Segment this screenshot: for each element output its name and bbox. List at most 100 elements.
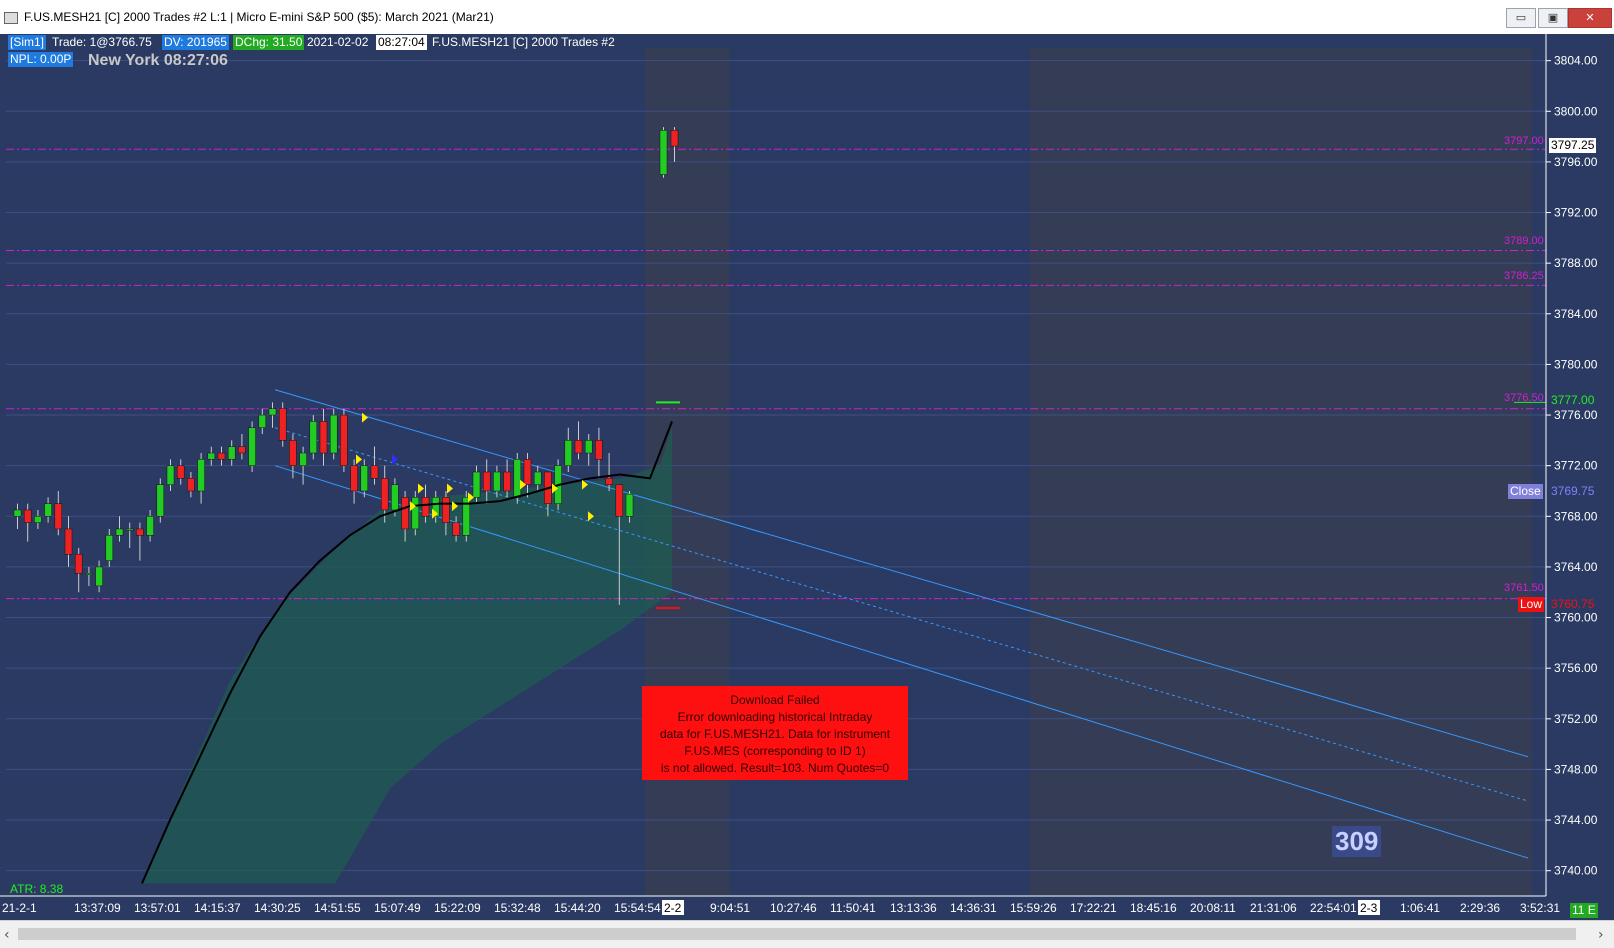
price-tick-label: 3740.00 [1554,864,1598,878]
candle-body [95,566,103,587]
time-tick-label: 14:51:55 [314,901,361,915]
dchg-tag: DChg: 31.50 [233,35,305,50]
price-tick-label: 3804.00 [1554,54,1598,68]
candle-body [482,471,491,492]
candle-body [442,497,450,523]
sim-tag: [Sim1] [8,35,47,50]
price-tick-label: 3772.00 [1554,459,1598,473]
time-tick-label: 13:37:09 [74,901,121,915]
candle-body [670,130,679,147]
candle-body [309,421,318,454]
price-tick-label: 3784.00 [1554,307,1598,321]
candle-body [584,440,593,454]
time-tick-label: 21-2-1 [2,901,37,915]
candle-body [34,516,42,523]
symbol-tag: F.US.MESH21 [C] 2000 Trades #2 [432,35,615,49]
level-tag-3761: 3761.50 [1504,582,1544,594]
candle-body [340,414,348,466]
green-price-tag: 3777.00 [1551,393,1595,407]
time-tick-label: 15:22:09 [434,901,481,915]
candle-body [44,503,52,517]
candle-body [197,459,205,492]
time-tick-label: 2-3 [1360,901,1378,915]
time-tick-label: 18:45:16 [1130,901,1177,915]
candle-body [85,573,93,576]
candle-body [421,497,430,517]
time-tick-label: 15:32:48 [494,901,541,915]
candle-body [360,465,369,492]
candle-body [503,471,511,492]
candle-body [176,465,185,479]
time-tick-label: 2-2 [664,901,682,915]
candle-body [125,528,134,531]
date-tag: 2021-02-02 [307,35,369,49]
candle-body [146,516,154,536]
price-tick-label: 3788.00 [1554,256,1598,270]
candle-body [380,478,389,511]
horizontal-scrollbar[interactable]: ‹ › [0,920,1614,948]
candle-body [248,427,256,466]
candle-body [74,554,83,574]
level-tag-3789: 3789.00 [1504,235,1544,247]
candle-body [605,478,613,485]
candle-body [227,446,236,460]
price-tick-label: 3780.00 [1554,357,1598,371]
candle-body [411,497,420,530]
candle-body [258,414,267,428]
candle-body [391,484,399,511]
scroll-right-icon[interactable]: › [1598,927,1604,943]
price-tick-label: 3752.00 [1554,712,1598,726]
candle-body [187,478,195,492]
close-label-tag: Close [1508,484,1543,499]
time-tick-label: 22:54:01 [1310,901,1357,915]
time-tick-label: 1:06:41 [1400,901,1440,915]
candle-body [472,471,481,498]
candle-body [595,440,603,460]
time-tick-label: 15:07:49 [374,901,421,915]
candle-body [289,440,297,466]
scroll-thumb[interactable] [18,928,1576,940]
candle-body [401,497,409,530]
download-failed-box: Download Failed Error downloading histor… [642,686,908,780]
app-icon [4,12,18,24]
close-value-tag: 3769.75 [1551,484,1595,498]
candle-body [115,528,124,536]
candle-body [136,528,144,536]
price-tick-label: 3748.00 [1554,762,1598,776]
time-tick-label: 14:30:25 [254,901,301,915]
candle-body [166,465,175,485]
low-label-tag: Low [1518,597,1545,612]
time-tick-label: 14:36:31 [950,901,997,915]
price-tick-label: 3756.00 [1554,661,1598,675]
candle-body [523,459,532,485]
error-line-4: F.US.MES (corresponding to ID 1) [684,744,866,758]
time-tick-label: 13:13:36 [890,901,937,915]
scroll-left-icon[interactable]: ‹ [4,927,10,943]
time-tick-label: 15:44:20 [554,901,601,915]
candle-body [54,503,63,530]
time-tick-label: 2:29:36 [1460,901,1500,915]
price-chart[interactable]: 3804.00 3800.00 3796.00 3792.00 3788.00 3784.… [0,34,1614,920]
time-tick-label: 11:50:41 [830,901,876,915]
last-price-tag: 3797.25 [1549,138,1597,153]
low-value-tag: 3760.75 [1551,597,1595,611]
candle-body [64,528,73,555]
candle-body [370,465,379,479]
time-tag: 08:27:04 [376,35,427,50]
candle-body [615,484,624,517]
candle-body [268,408,277,416]
time-tick-label: 15:54:54 [614,901,661,915]
price-tick-label: 3792.00 [1554,206,1598,220]
error-line-1: Download Failed [730,693,820,707]
price-tick-label: 3800.00 [1554,104,1598,118]
bottom-right-tag: 11 E [1570,903,1598,918]
error-line-5: is not allowed. Result=103. Num Quotes=0 [660,761,890,775]
time-tick-label: 13:57:01 [134,901,181,915]
close-button[interactable]: ✕ [1568,8,1612,28]
price-tick-label: 3744.00 [1554,813,1598,827]
minimize-button[interactable]: ▭ [1506,8,1536,28]
window-title: F.US.MESH21 [C] 2000 Trades #2 L:1 | Mic… [24,10,494,24]
error-line-2: Error downloading historical Intraday [677,710,873,724]
maximize-button[interactable]: ▣ [1538,8,1568,28]
trade-tag: Trade: 1@3766.75 [52,35,152,49]
